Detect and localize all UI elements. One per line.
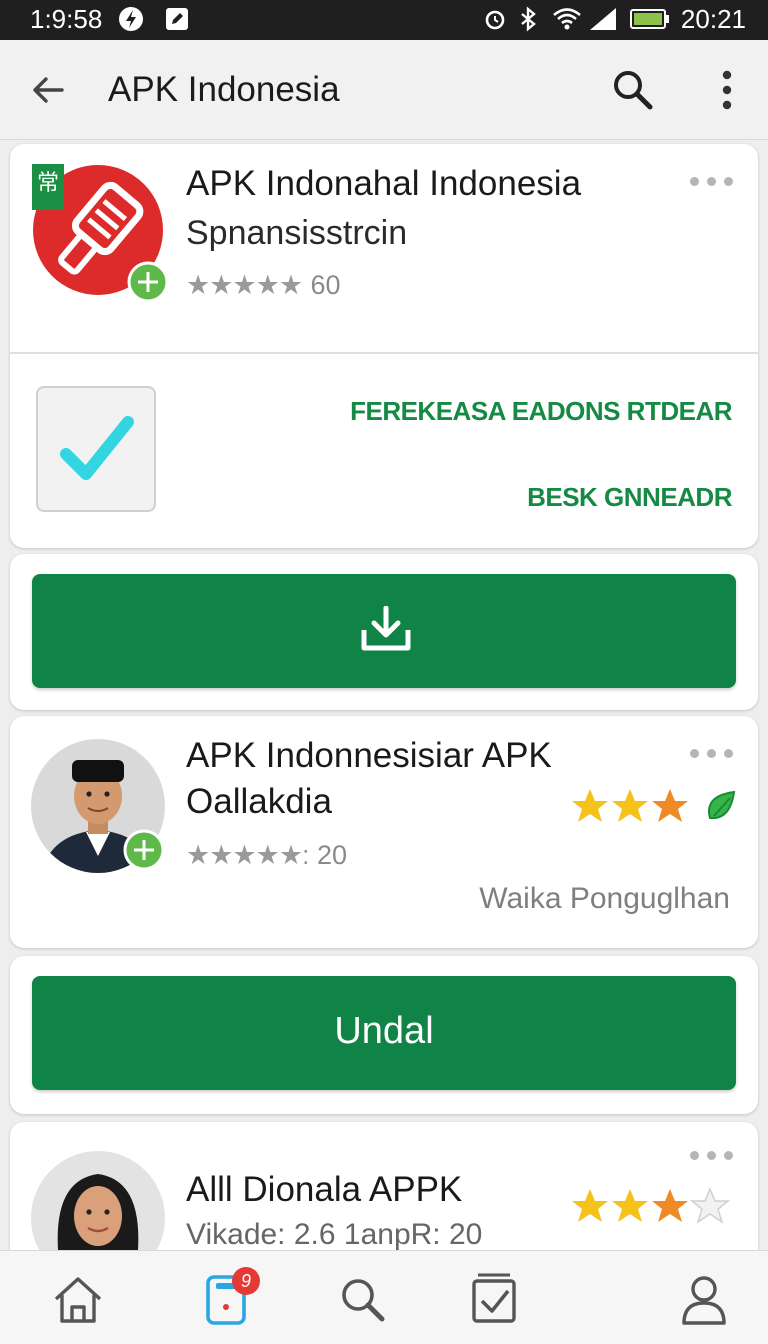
app-rating: ★★★★★ 60 (186, 270, 341, 300)
app-meta: Waika Ponguglhan (479, 882, 730, 915)
rating-count: 60 (310, 270, 341, 300)
app-meta: Vikade: 2.6 1anpR: 20 (186, 1218, 483, 1251)
card-divider (10, 352, 758, 354)
app-subtitle: Spnansisstrcin (186, 214, 408, 252)
secondary-action-link[interactable]: BESK GNNEADR (527, 482, 732, 513)
download-icon (361, 606, 411, 651)
rating-stars-colored (570, 1186, 742, 1226)
app-icon[interactable]: 常 (32, 164, 169, 303)
page-title: APK Indonesia (108, 70, 340, 109)
lightning-icon (119, 7, 143, 31)
overflow-menu-icon[interactable] (690, 746, 734, 760)
app-title-line1: APK Indonnesisiar APK (186, 736, 552, 775)
edit-icon (166, 8, 188, 30)
rating-stars: ★★★★★: (186, 840, 310, 870)
alarm-icon (485, 10, 505, 30)
app-title: APK Indonahal Indonesia (186, 164, 582, 203)
download-card (10, 554, 758, 710)
overflow-menu-icon[interactable] (690, 174, 734, 188)
install-button-label: Undal (334, 1010, 434, 1052)
rating-count: 20 (316, 840, 348, 870)
checkmark-icon (60, 416, 134, 480)
download-button[interactable] (32, 574, 736, 688)
battery-icon (630, 9, 669, 29)
back-arrow-icon[interactable] (28, 70, 68, 110)
app-card-primary: 常 APK Indonahal Indonesia Spnansisstrcin… (10, 144, 758, 548)
app-title: Alll Dionala APPK (186, 1170, 463, 1209)
select-checkbox[interactable] (36, 386, 156, 512)
overflow-menu-icon[interactable] (690, 1148, 734, 1162)
app-title-line2: Oallakdia (186, 782, 332, 821)
bottom-navigation: 9 (0, 1250, 768, 1344)
bluetooth-icon (521, 6, 536, 32)
app-bar: APK Indonesia (0, 40, 768, 140)
tasks-icon[interactable] (466, 1271, 522, 1327)
app-rating: ★★★★★: 20 (186, 840, 347, 870)
profile-icon[interactable] (676, 1271, 732, 1327)
home-icon[interactable] (50, 1271, 106, 1327)
signal-icon (590, 8, 616, 30)
notification-badge: 9 (232, 1267, 260, 1295)
tool-app-icon: 常 (32, 164, 169, 303)
search-icon[interactable] (610, 67, 654, 111)
install-button[interactable]: Undal (32, 976, 736, 1090)
wifi-icon (553, 8, 581, 30)
app-card-secondary: APK Indonnesisiar APK Oallakdia ★★★★★: 2… (10, 716, 758, 948)
rating-stars-colored (570, 786, 742, 826)
svg-text:常: 常 (37, 171, 59, 196)
install-card: Undal (10, 956, 758, 1114)
more-vert-icon[interactable] (712, 68, 742, 112)
rating-stars: ★★★★★ (186, 270, 303, 300)
primary-action-link[interactable]: FEREKEASA EADONS RTDEAR (350, 396, 732, 427)
status-bar: 1:9:58 20:21 (0, 0, 768, 40)
status-clock: 20:21 (680, 4, 746, 34)
person-avatar-icon (31, 739, 165, 873)
developer-avatar[interactable] (30, 738, 166, 874)
search-icon[interactable] (334, 1271, 390, 1327)
status-time: 1:9:58 (30, 4, 103, 34)
